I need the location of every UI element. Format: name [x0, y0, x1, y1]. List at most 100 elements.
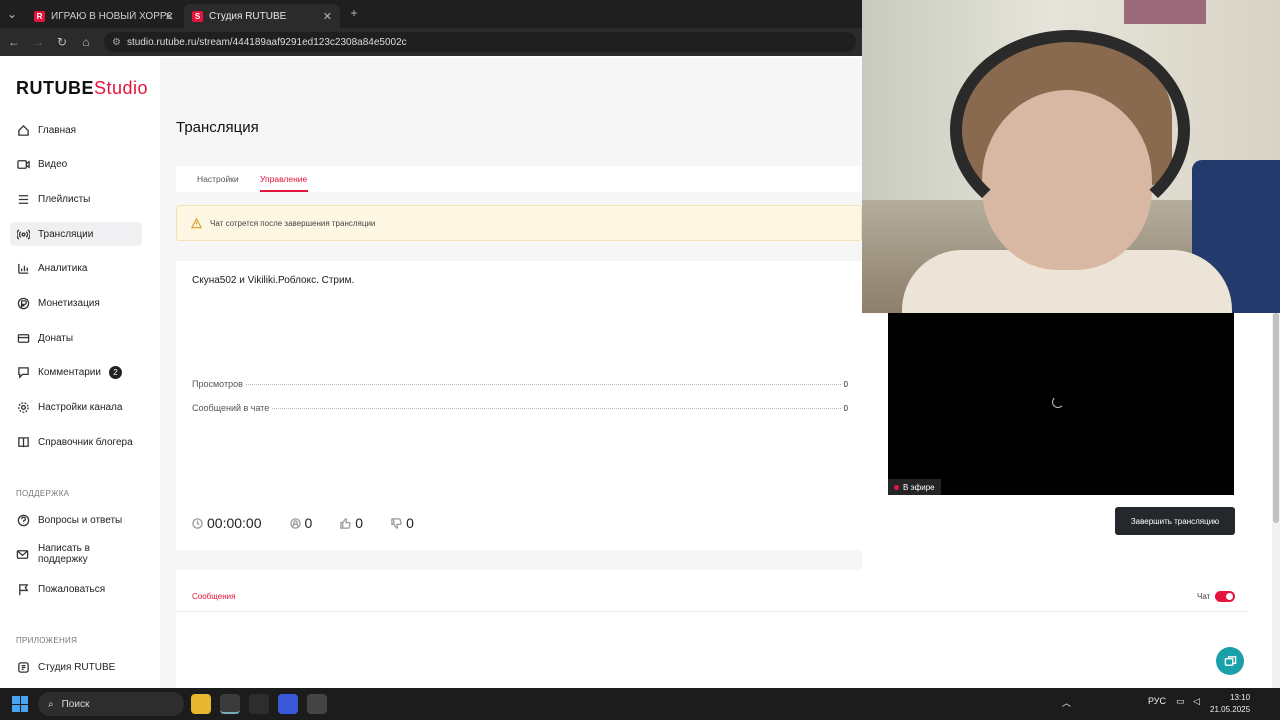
sidebar-item-label: Главная [38, 124, 77, 136]
tab-title: ИГРАЮ В НОВЫЙ ХОРРОР РО [51, 10, 171, 22]
sidebar-item-label: Студия RUTUBE [38, 661, 116, 673]
support-section-label: ПОДДЕРЖКА [16, 489, 70, 498]
sidebar-item-label: Написать в поддержку [37, 543, 90, 565]
likes-counter: 0 [340, 515, 363, 531]
money-icon [16, 296, 30, 310]
sidebar-item-playlists[interactable]: Плейлисты [10, 187, 142, 211]
analytics-icon [16, 261, 30, 275]
sidebar-item-label: Справочник блогера [38, 436, 133, 448]
stat-label: Сообщений в чате [192, 403, 270, 413]
sidebar-item-label: Аналитика [38, 262, 88, 274]
live-badge: В эфире [888, 479, 941, 495]
stat-views: Просмотров 0 [192, 379, 848, 391]
divider [176, 611, 1248, 612]
comment-icon [16, 365, 30, 379]
sidebar-item-home[interactable]: Главная [10, 118, 142, 142]
help-chat-button[interactable] [1216, 647, 1244, 675]
stream-counters: 00:00:00 0 0 0 [192, 515, 414, 531]
tab-messages[interactable]: Сообщения [192, 592, 235, 601]
rutube-studio-logo[interactable]: RUTUBEStudio [16, 78, 148, 99]
sidebar-item-faq[interactable]: Вопросы и ответы [10, 508, 142, 532]
sidebar-item-monetization[interactable]: Монетизация [10, 291, 142, 315]
sidebar-item-comments[interactable]: Комментарии 2 [10, 360, 142, 384]
close-tab-icon[interactable]: ✕ [165, 10, 174, 23]
taskbar-search[interactable]: ⌕ Поиск [38, 692, 184, 716]
clock-date: 21.05.2025 [1210, 705, 1251, 714]
url-field[interactable]: ⚙ studio.rutube.ru/stream/444189aaf9291e… [104, 32, 856, 52]
clock-icon [192, 517, 203, 529]
forward-icon[interactable]: → [30, 34, 46, 50]
sidebar-item-channel-settings[interactable]: Настройки канала [10, 395, 142, 419]
sidebar-item-video[interactable]: Видео [10, 152, 142, 176]
volume-icon[interactable]: ◁ [1193, 696, 1200, 707]
sidebar-item-label: Плейлисты [38, 193, 91, 205]
obs-icon[interactable] [307, 694, 327, 714]
sidebar-item-studio-app[interactable]: Студия RUTUBE [10, 655, 142, 679]
warning-icon [191, 217, 202, 228]
close-tab-icon[interactable]: ✕ [323, 10, 332, 23]
reload-icon[interactable]: ↻ [54, 34, 70, 50]
windows-start-icon[interactable] [12, 696, 28, 712]
sidebar-item-contact-support[interactable]: Написать в поддержку [10, 542, 142, 566]
logo-suffix: Studio [94, 78, 149, 98]
stat-label: Просмотров [192, 379, 243, 389]
gear-icon [16, 400, 30, 414]
sidebar-item-label: Трансляции [38, 228, 94, 240]
tab-management[interactable]: Управление [260, 174, 307, 184]
viewers-counter: 0 [289, 515, 313, 531]
active-tab-underline [260, 190, 308, 192]
sidebar-item-label: Пожаловаться [38, 583, 106, 595]
sidebar-item-label: Вопросы и ответы [38, 514, 123, 526]
home-icon [16, 123, 30, 137]
language-indicator[interactable]: РУС [1148, 696, 1166, 706]
studio-icon [16, 660, 30, 674]
sidebar-item-blogger-guide[interactable]: Справочник блогера [10, 430, 142, 454]
browser-tab-2[interactable]: S Студия RUTUBE ✕ [184, 4, 340, 28]
viewers-value: 0 [304, 515, 313, 531]
likes-value: 0 [355, 515, 364, 531]
duration-counter: 00:00:00 [192, 515, 262, 531]
broadcast-icon [16, 227, 30, 241]
warning-text: Чат сотрется после завершения трансляции [210, 218, 376, 228]
stat-chat-messages: Сообщений в чате 0 [192, 403, 848, 415]
apps-section-label: ПРИЛОЖЕНИЯ [16, 636, 78, 645]
stat-value: 0 [843, 380, 848, 389]
video-icon [16, 157, 30, 171]
url-text: studio.rutube.ru/stream/444189aaf9291ed1… [126, 36, 407, 48]
app-icon[interactable] [249, 694, 269, 714]
sidebar-item-donations[interactable]: Донаты [10, 326, 142, 350]
stream-info-card: Скуна502 и Vikiliki.Роблокс. Стрим. Прос… [176, 261, 862, 550]
loading-spinner-icon [1052, 396, 1064, 408]
page-scrollbar[interactable] [1272, 313, 1280, 688]
site-info-icon[interactable]: ⚙ [112, 37, 121, 48]
search-placeholder: Поиск [61, 698, 90, 710]
sidebar-item-broadcasts[interactable]: Трансляции [10, 222, 142, 246]
end-stream-button[interactable]: Завершить трансляцию [1115, 507, 1235, 535]
live-label: В эфире [903, 482, 935, 492]
sidebar-item-label: Донаты [38, 332, 74, 344]
stream-preview-player[interactable]: В эфире [888, 313, 1234, 495]
taskbar-clock[interactable]: 13:10 21.05.2025 [1210, 692, 1250, 716]
chrome-icon[interactable] [220, 694, 240, 714]
comments-count-badge: 2 [108, 365, 122, 379]
file-explorer-icon[interactable] [191, 694, 211, 714]
home-icon[interactable]: ⌂ [78, 34, 94, 50]
thumbs-up-icon [340, 517, 352, 529]
chat-toggle[interactable] [1215, 591, 1235, 602]
new-tab-icon[interactable]: + [346, 5, 362, 21]
sidebar-item-report[interactable]: Пожаловаться [10, 577, 142, 601]
network-icon[interactable]: ▭ [1176, 696, 1185, 707]
studio-favicon-icon: S [192, 10, 203, 22]
question-icon [16, 513, 30, 527]
app-icon-blue[interactable] [278, 694, 298, 714]
wall-poster [1124, 0, 1206, 24]
dislikes-counter: 0 [391, 515, 414, 531]
chat-toggle-label: Чат [1197, 592, 1211, 601]
sidebar-item-analytics[interactable]: Аналитика [10, 256, 142, 280]
scrollbar-thumb[interactable] [1273, 313, 1279, 523]
tray-chevron-icon[interactable]: ︿ [1062, 696, 1071, 709]
back-icon[interactable]: ← [6, 34, 22, 50]
tab-search-icon[interactable]: ⌄ [4, 6, 20, 22]
tab-settings[interactable]: Настройки [197, 174, 239, 184]
browser-tab-1[interactable]: R ИГРАЮ В НОВЫЙ ХОРРОР РО ✕ [26, 4, 182, 28]
